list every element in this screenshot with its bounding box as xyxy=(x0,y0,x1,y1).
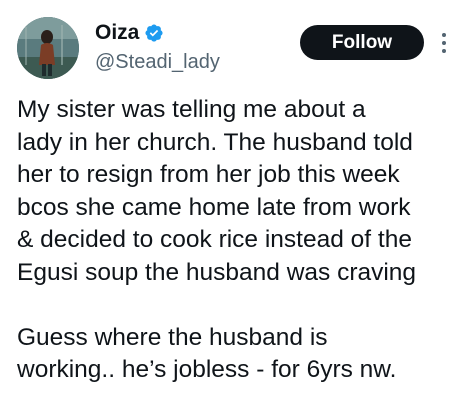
more-vertical-icon xyxy=(442,33,446,37)
tweet-line: lady in her church. The husband told xyxy=(17,128,413,156)
tweet-line: Guess where the husband is xyxy=(17,323,328,351)
profile-photo-icon xyxy=(17,17,79,79)
tweet-card: Oiza @Steadi_lady Follow My sister was t… xyxy=(0,0,469,417)
name-row: Oiza xyxy=(95,19,220,47)
tweet-paragraph: Guess where the husband is working.. he’… xyxy=(17,322,465,387)
tweet-line: bcos she came home late from work xyxy=(17,193,411,221)
tweet-line: & decided to cook rice instead of the xyxy=(17,226,412,253)
verified-badge-icon xyxy=(144,23,164,43)
author-info: Oiza @Steadi_lady xyxy=(95,19,220,76)
tweet-line: My sister was telling me about a xyxy=(17,96,366,123)
tweet-line: her to resign from her job this week xyxy=(17,161,400,188)
tweet-line: working.. he’s jobless - for 6yrs nw. xyxy=(17,356,397,383)
author-handle[interactable]: @Steadi_lady xyxy=(95,48,220,76)
more-vertical-icon-dot xyxy=(442,41,446,45)
tweet-line: Egusi soup the husband was craving xyxy=(17,258,417,286)
follow-button[interactable]: Follow xyxy=(300,25,424,60)
tweet-paragraph: My sister was telling me about a lady in… xyxy=(17,94,465,289)
tweet-text: My sister was telling me about a lady in… xyxy=(17,94,465,387)
author-display-name[interactable]: Oiza xyxy=(95,19,139,47)
more-vertical-icon-dot xyxy=(442,49,446,53)
author-avatar[interactable] xyxy=(17,17,79,79)
more-options-button[interactable] xyxy=(432,26,456,60)
